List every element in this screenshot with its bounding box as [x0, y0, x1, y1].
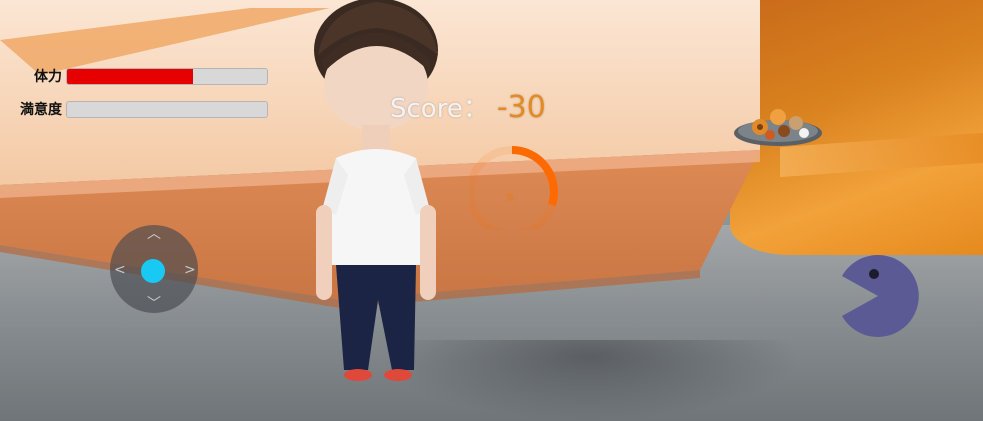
score-value: -30	[496, 90, 546, 125]
stamina-label: 体力	[34, 69, 62, 85]
timer-ring	[470, 146, 558, 230]
score-display: Score： -30	[390, 88, 546, 125]
stamina-bar	[66, 67, 268, 85]
stamina-stat: 体力	[6, 66, 268, 86]
pacman-icon[interactable]	[836, 254, 920, 338]
joystick-right-arrow-icon: >	[184, 262, 196, 278]
joystick-knob[interactable]	[141, 259, 165, 283]
player-character	[314, 0, 438, 381]
satisfaction-label: 満意度	[20, 102, 62, 118]
joystick-left-arrow-icon: <	[114, 262, 126, 278]
joystick-down-arrow-icon: ﹀	[147, 296, 161, 312]
satisfaction-bar	[66, 100, 268, 118]
stamina-bar-fill	[67, 68, 193, 84]
joystick-up-arrow-icon: ︿	[147, 226, 161, 242]
game-scene: 体力 満意度 Score： -30 ︿ ﹀ < >	[0, 0, 983, 421]
dpad-joystick-icon[interactable]: ︿ ﹀ < >	[110, 225, 198, 313]
score-label: Score：	[390, 94, 489, 124]
satisfaction-stat: 満意度	[6, 99, 268, 119]
food-tray-icon	[734, 109, 822, 146]
